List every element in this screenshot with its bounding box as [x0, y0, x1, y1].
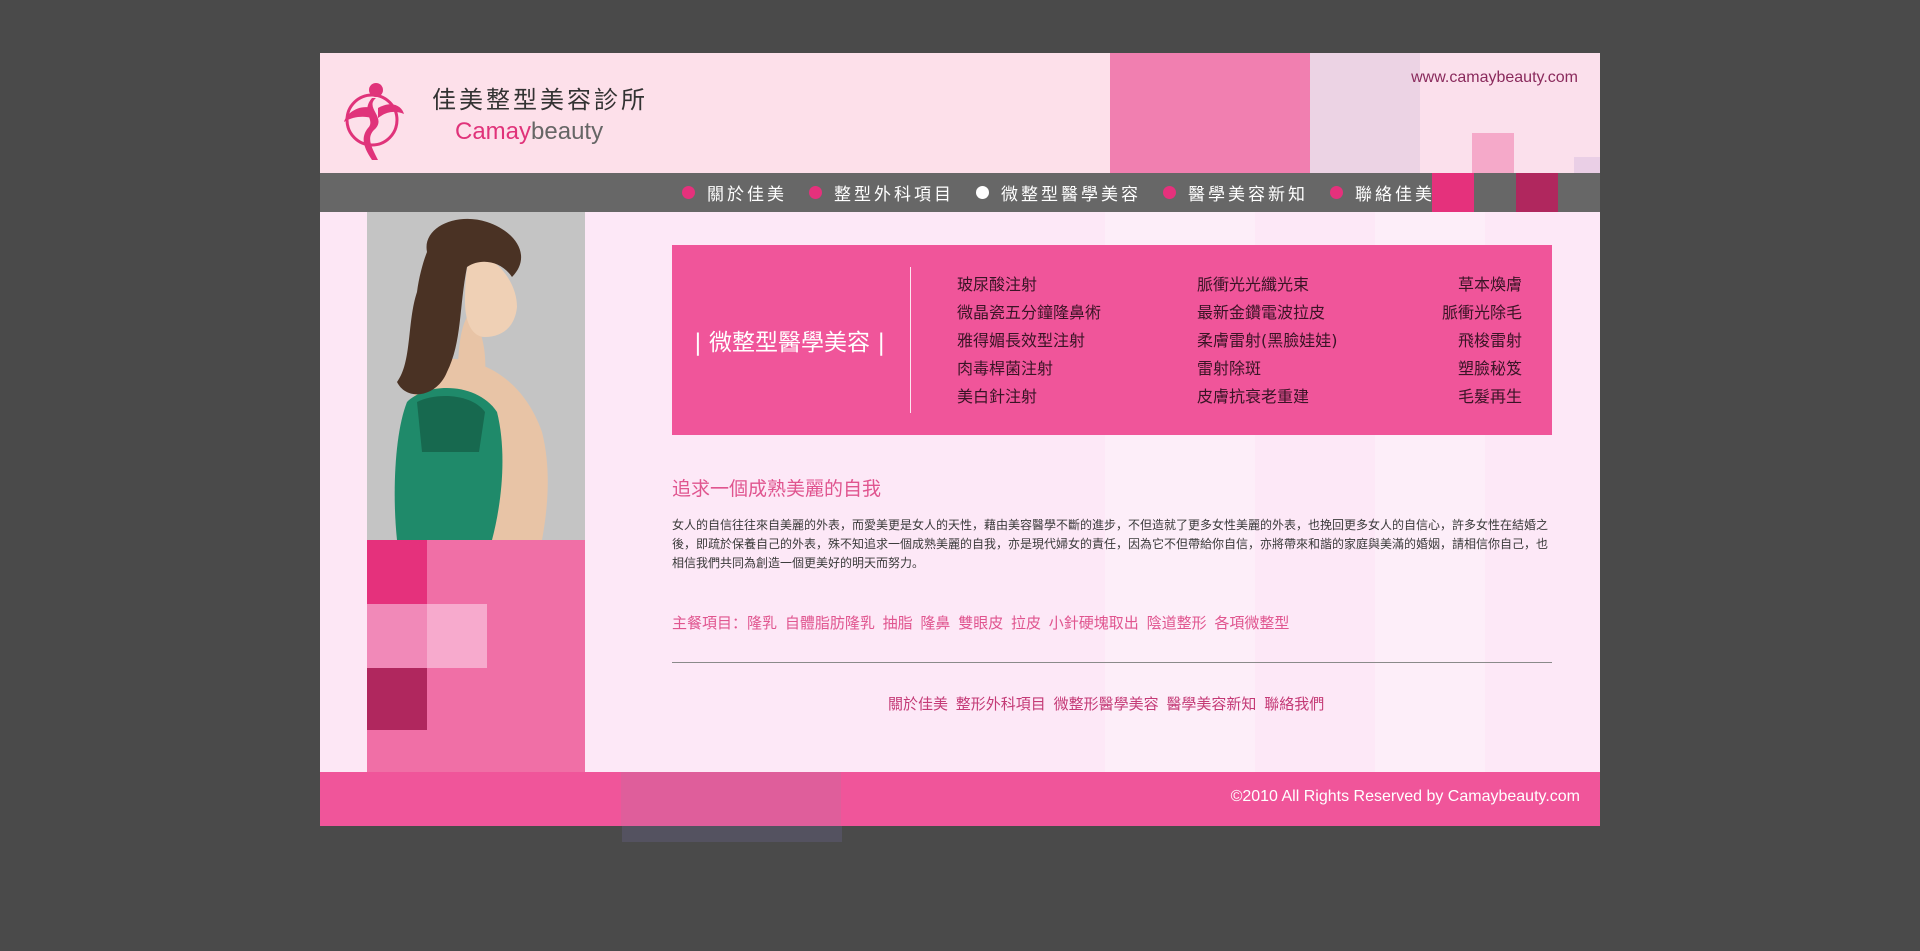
feature-title: | 微整型醫學美容 | [694, 330, 886, 356]
footer: ©2010 All Rights Reserved by Camaybeauty… [320, 772, 1600, 826]
service-link[interactable]: 塑臉秘笈 [1458, 355, 1522, 383]
service-link[interactable]: 雅得媚長效型注射 [957, 327, 1101, 355]
header-deco [1310, 53, 1420, 173]
project-link[interactable]: 自體脂肪隆乳 [785, 614, 875, 632]
nav-item-contact[interactable]: 聯絡佳美 [1330, 180, 1435, 205]
project-link[interactable]: 抽脂 [883, 614, 913, 632]
logo-en-part1: Camay [455, 118, 532, 145]
bullet-dot-icon-active [976, 186, 989, 199]
model-illustration [367, 212, 586, 540]
footer-link-contact[interactable]: 聯絡我們 [1264, 695, 1324, 713]
footer-deco [621, 772, 841, 826]
logo-chinese-name: 佳美整型美容診所 [432, 86, 648, 114]
service-link[interactable]: 草本煥膚 [1458, 271, 1522, 299]
service-link[interactable]: 脈衝光光纖光束 [1197, 271, 1338, 299]
content-body: 女人的自信往往來自美麗的外表，而愛美更是女人的天性，藉由美容醫學不斷的進步，不但… [672, 518, 1549, 570]
service-link[interactable]: 飛梭雷射 [1458, 327, 1522, 355]
footer-links: 關於佳美 整形外科項目 微整形醫學美容 醫學美容新知 聯絡我們 [888, 693, 1327, 714]
services-column-1: 玻尿酸注射 微晶瓷五分鐘隆鼻術 雅得媚長效型注射 肉毒桿菌注射 美白針注射 [957, 271, 1101, 411]
service-link[interactable]: 最新金鑽電波拉皮 [1197, 299, 1338, 327]
nav-label: 醫學美容新知 [1188, 185, 1308, 205]
project-link[interactable]: 拉皮 [1011, 614, 1041, 632]
footer-link-about[interactable]: 關於佳美 [888, 695, 948, 713]
decor-square [367, 668, 427, 730]
project-link[interactable]: 隆鼻 [920, 614, 950, 632]
service-link[interactable]: 玻尿酸注射 [957, 271, 1101, 299]
feature-divider [910, 267, 911, 413]
nav-deco-square [1516, 173, 1558, 212]
nav-deco-square [1432, 173, 1474, 212]
services-column-2: 脈衝光光纖光束 最新金鑽電波拉皮 柔膚雷射(黑臉娃娃) 雷射除斑 皮膚抗衰老重建 [1197, 271, 1338, 411]
service-link[interactable]: 皮膚抗衰老重建 [1197, 383, 1338, 411]
project-link[interactable]: 各項微整型 [1214, 614, 1289, 632]
service-link[interactable]: 脈衝光除毛 [1442, 299, 1522, 327]
nav-label: 整型外科項目 [834, 185, 954, 205]
footer-shadow-deco [622, 826, 842, 842]
nav-item-news[interactable]: 醫學美容新知 [1163, 180, 1308, 205]
header-deco [1472, 133, 1514, 173]
footer-link-plastic-surgery[interactable]: 整形外科項目 [956, 695, 1046, 713]
decor-square [427, 604, 487, 668]
site-container: 佳美整型美容診所 Camaybeauty www.camaybeauty.com… [320, 53, 1600, 826]
nav-label: 聯絡佳美 [1355, 185, 1435, 205]
logo-english-name: Camaybeauty [455, 118, 603, 146]
service-link[interactable]: 肉毒桿菌注射 [957, 355, 1101, 383]
project-link[interactable]: 雙眼皮 [958, 614, 1003, 632]
projects-label: 主餐項目： [672, 614, 748, 632]
nav-item-micro-aesthetics[interactable]: 微整型醫學美容 [976, 180, 1141, 205]
content-divider [672, 662, 1552, 663]
footer-link-micro-aesthetics[interactable]: 微整形醫學美容 [1054, 695, 1159, 713]
content-headline: 追求一個成熟美麗的自我 [672, 478, 882, 500]
nav-item-about[interactable]: 關於佳美 [682, 180, 787, 205]
nav-label: 微整型醫學美容 [1001, 185, 1141, 205]
decor-square [367, 604, 427, 668]
bullet-dot-icon [1330, 186, 1343, 199]
project-link[interactable]: 隆乳 [747, 614, 777, 632]
decor-square [367, 540, 427, 604]
header-deco [1574, 157, 1600, 173]
main-projects: 主餐項目：隆乳 自體脂肪隆乳 抽脂 隆鼻 雙眼皮 拉皮 小針硬塊取出 陰道整形 … [672, 612, 1292, 633]
nav-item-plastic-surgery[interactable]: 整型外科項目 [809, 180, 954, 205]
left-strip [320, 212, 367, 772]
nav-deco-square [1474, 173, 1516, 212]
bullet-dot-icon [809, 186, 822, 199]
bullet-dot-icon [682, 186, 695, 199]
logo[interactable]: 佳美整型美容診所 Camaybeauty [342, 78, 645, 163]
main-nav: 關於佳美 整型外科項目 微整型醫學美容 醫學美容新知 聯絡佳美 [682, 173, 1457, 212]
nav-bar: 關於佳美 整型外科項目 微整型醫學美容 醫學美容新知 聯絡佳美 [320, 173, 1600, 212]
service-link[interactable]: 柔膚雷射(黑臉娃娃) [1197, 327, 1338, 355]
service-link[interactable]: 微晶瓷五分鐘隆鼻術 [957, 299, 1101, 327]
nav-label: 關於佳美 [707, 185, 787, 205]
services-column-3: 草本煥膚 脈衝光除毛 飛梭雷射 塑臉秘笈 毛髮再生 [1442, 271, 1522, 411]
project-link[interactable]: 小針硬塊取出 [1049, 614, 1139, 632]
fairy-logo-icon [344, 83, 404, 160]
feature-services-box: | 微整型醫學美容 | 玻尿酸注射 微晶瓷五分鐘隆鼻術 雅得媚長效型注射 肉毒桿… [672, 245, 1552, 435]
service-link[interactable]: 毛髮再生 [1458, 383, 1522, 411]
service-link[interactable]: 美白針注射 [957, 383, 1101, 411]
model-photo [367, 212, 586, 540]
logo-en-part2: beauty [531, 118, 604, 145]
header-deco [1110, 53, 1310, 173]
site-url[interactable]: www.camaybeauty.com [1411, 69, 1578, 87]
service-link[interactable]: 雷射除斑 [1197, 355, 1338, 383]
footer-link-news[interactable]: 醫學美容新知 [1166, 695, 1256, 713]
bullet-dot-icon [1163, 186, 1176, 199]
header: 佳美整型美容診所 Camaybeauty www.camaybeauty.com [320, 53, 1600, 173]
project-link[interactable]: 陰道整形 [1147, 614, 1207, 632]
copyright: ©2010 All Rights Reserved by Camaybeauty… [1230, 788, 1580, 805]
